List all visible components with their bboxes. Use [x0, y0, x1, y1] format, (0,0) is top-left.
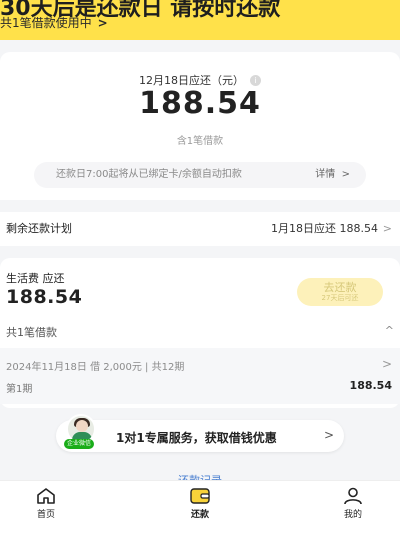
auto-debit-notice-text: 还款日7:00起将从已绑定卡/余额自动扣款 — [56, 169, 242, 180]
chevron-up-icon[interactable]: ^ — [385, 324, 394, 337]
loan-type-label: 生活费 应还 — [6, 272, 65, 285]
loan-count-text: 含1笔借款 — [176, 136, 224, 147]
home-icon — [37, 488, 55, 504]
tab-repay[interactable]: 还款 — [170, 487, 230, 520]
service-text: 1对1专属服务，获取借钱优惠 — [116, 431, 277, 445]
auto-debit-notice[interactable]: 还款日7:00起将从已绑定卡/余额自动扣款 详情 > — [34, 162, 366, 188]
loan-card: 生活费 应还 188.54 去还款 27天后可还 共1笔借款 ^ 2024年11… — [0, 258, 400, 408]
wechat-work-badge: 企业微信 — [64, 439, 95, 449]
tab-repay-label: 还款 — [190, 510, 209, 520]
tab-mine-label: 我的 — [343, 510, 362, 520]
banner-subtitle[interactable]: 共1笔借款使用中 > — [0, 14, 108, 31]
user-icon — [344, 487, 362, 505]
repay-button-sublabel: 27天后可还 — [321, 294, 359, 302]
repay-button-label: 去还款 — [323, 281, 357, 294]
loan-amount: 188.54 — [6, 286, 83, 308]
remaining-plan-label: 剩余还款计划 — [6, 222, 72, 235]
loan-detail-panel[interactable]: 2024年11月18日 借 2,000元 | 共12期 > 第1期 188.54 — [0, 348, 400, 404]
tab-home[interactable]: 首页 — [16, 487, 76, 520]
repayment-summary-card: 12月18日应还（元） i 188.54 含1笔借款 还款日7:00起将从已绑定卡… — [0, 52, 400, 200]
promo-banner[interactable]: 30天后是还款日 请按时还款 共1笔借款使用中 > — [0, 0, 400, 40]
remaining-plan-row[interactable]: 剩余还款计划 1月18日应还 188.54 > — [0, 212, 400, 246]
chevron-right-icon: > — [382, 222, 392, 235]
chevron-right-icon: > — [97, 16, 108, 30]
chevron-right-icon: > — [341, 169, 350, 180]
chevron-right-icon: > — [323, 428, 334, 442]
due-amount: 188.54 — [139, 86, 261, 121]
exclusive-service-banner[interactable]: 企业微信 1对1专属服务，获取借钱优惠 > — [56, 414, 344, 452]
bottom-tab-bar: 首页 还款 我的 — [0, 480, 400, 540]
tab-home-label: 首页 — [36, 510, 55, 520]
remaining-plan-value: 1月18日应还 188.54 — [271, 222, 378, 235]
wallet-icon — [190, 488, 210, 504]
loan-total-text: 共1笔借款 — [6, 326, 57, 339]
tab-mine[interactable]: 我的 — [323, 487, 383, 520]
info-icon[interactable]: i — [250, 75, 261, 86]
details-link[interactable]: 详情 > — [315, 162, 350, 188]
banner-subtitle-text: 共1笔借款使用中 — [0, 16, 92, 30]
repay-button[interactable]: 去还款 27天后可还 — [297, 278, 383, 306]
chevron-right-icon: > — [381, 357, 392, 371]
period-label: 第1期 — [6, 384, 33, 395]
period-amount: 188.54 — [349, 379, 392, 392]
details-link-label: 详情 — [315, 169, 336, 180]
loan-detail-line: 2024年11月18日 借 2,000元 | 共12期 — [6, 362, 185, 373]
